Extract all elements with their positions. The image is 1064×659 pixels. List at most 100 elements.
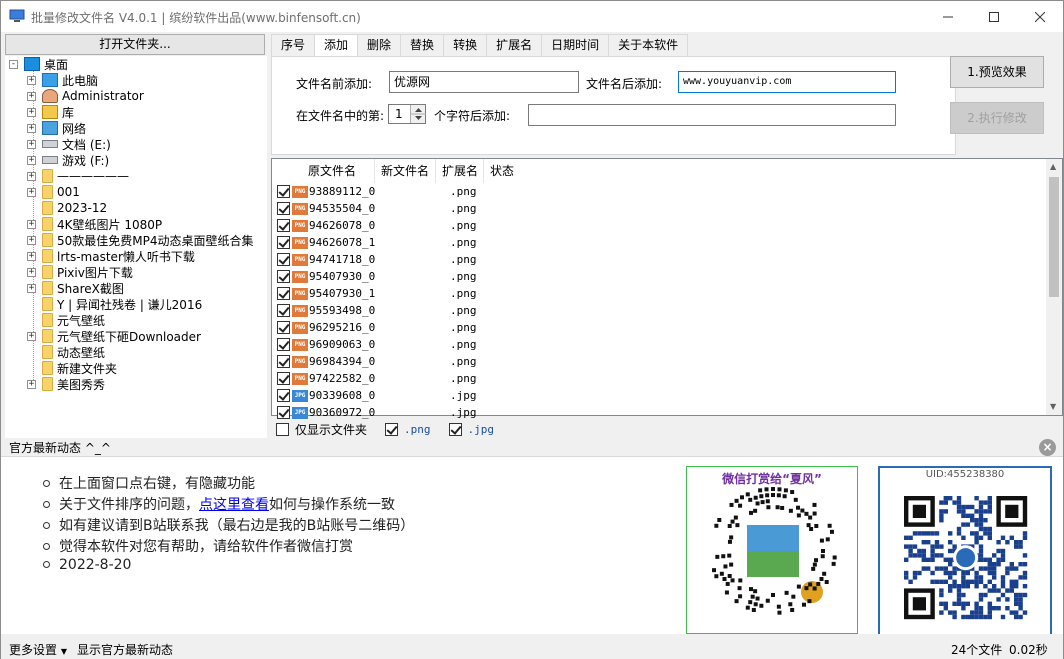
column-header[interactable]: 原文件名 — [272, 159, 375, 183]
tree-item[interactable]: + 元气壁纸下砸Downloader — [27, 328, 201, 344]
tree-item[interactable]: 动态壁纸 — [27, 344, 105, 360]
tree-expander-icon[interactable]: + — [27, 187, 36, 197]
file-row[interactable]: PNG 95407930_1 .png — [272, 285, 1048, 302]
scroll-up-icon[interactable]: ▲ — [1050, 162, 1056, 171]
file-row-checkbox[interactable] — [277, 219, 290, 232]
file-row[interactable]: JPG 90339608_0 .jpg — [272, 387, 1048, 404]
tree-item[interactable]: - 桌面 — [9, 56, 68, 72]
file-row[interactable]: PNG 96984394_0 .png — [272, 353, 1048, 370]
file-row-checkbox[interactable] — [277, 287, 290, 300]
tree-expander-icon[interactable]: + — [27, 251, 36, 261]
tree-expander-icon[interactable]: + — [27, 219, 36, 229]
tree-item[interactable]: + lrts-master懒人听书下载 — [27, 248, 195, 264]
minimize-button[interactable] — [925, 1, 971, 32]
scroll-thumb[interactable] — [1049, 177, 1059, 297]
sort-help-link[interactable]: 点这里查看 — [199, 497, 269, 513]
file-row-checkbox[interactable] — [277, 185, 290, 198]
tree-expander-icon[interactable]: + — [27, 107, 36, 117]
tab-0[interactable]: 序号 — [271, 34, 316, 56]
file-row[interactable]: PNG 95593498_0 .png — [272, 302, 1048, 319]
tree-expander-icon[interactable]: + — [27, 331, 36, 341]
tree-expander-icon[interactable]: + — [27, 155, 36, 165]
tree-item[interactable]: + Pixiv图片下载 — [27, 264, 133, 280]
position-spinner[interactable]: 1 — [388, 104, 426, 124]
jpg-filter-checkbox[interactable] — [448, 422, 462, 436]
column-header[interactable]: 新文件名 — [375, 159, 436, 183]
file-row-checkbox[interactable] — [277, 321, 290, 334]
tree-expander-icon[interactable]: + — [27, 267, 36, 277]
file-row-checkbox[interactable] — [277, 202, 290, 215]
scroll-down-icon[interactable]: ▼ — [1050, 402, 1056, 411]
tree-item[interactable]: + ShareX截图 — [27, 280, 124, 296]
file-row-checkbox[interactable] — [277, 389, 290, 402]
tree-item[interactable]: + 游戏 (F:) — [27, 152, 109, 168]
tree-item[interactable]: + 美图秀秀 — [27, 376, 105, 392]
close-button[interactable] — [1017, 1, 1063, 32]
folder-tree[interactable]: - 桌面 + 此电脑 + Administrator + 库 + 网络 + 文档 (E:) + 游戏 (F… — [5, 56, 267, 440]
tree-item[interactable]: + 此电脑 — [27, 72, 98, 88]
tree-item[interactable]: + Administrator — [27, 88, 144, 104]
tab-1[interactable]: 添加 — [314, 34, 359, 57]
tree-item[interactable]: + —————— — [27, 168, 129, 184]
show-news-link[interactable]: 显示官方最新动态 — [77, 641, 173, 658]
column-header[interactable]: 状态 — [484, 159, 784, 183]
tab-4[interactable]: 转换 — [443, 34, 488, 56]
tab-6[interactable]: 日期时间 — [541, 34, 610, 56]
file-row[interactable]: PNG 96909063_0 .png — [272, 336, 1048, 353]
file-row[interactable]: PNG 94626078_1 .png — [272, 234, 1048, 251]
tree-item[interactable]: +001 — [27, 184, 80, 200]
tree-item[interactable]: + 文档 (E:) — [27, 136, 111, 152]
file-row-checkbox[interactable] — [277, 236, 290, 249]
file-row-checkbox[interactable] — [277, 304, 290, 317]
tree-item[interactable]: + 库 — [27, 104, 74, 120]
column-header[interactable]: 扩展名 — [436, 159, 484, 183]
tree-item[interactable]: +4K壁纸图片 1080P — [27, 216, 162, 232]
tree-item[interactable]: 元气壁纸 — [27, 312, 105, 328]
tab-7[interactable]: 关于本软件 — [608, 34, 689, 56]
tree-expander-icon[interactable]: + — [27, 379, 36, 389]
tree-expander-icon[interactable]: + — [27, 139, 36, 149]
tree-item[interactable]: +50款最佳免费MP4动态桌面壁纸合集 — [27, 232, 254, 248]
open-folder-button[interactable]: 打开文件夹... — [5, 34, 265, 55]
file-row-checkbox[interactable] — [277, 355, 290, 368]
file-row[interactable]: PNG 94626078_0 .png — [272, 217, 1048, 234]
file-list[interactable]: 原文件名 新文件名 扩展名 状态 PNG 93889112_0 .png PNG 945355… — [271, 158, 1063, 419]
tab-2[interactable]: 删除 — [357, 34, 402, 56]
execute-button[interactable]: 2.执行修改 — [950, 102, 1044, 134]
png-filter-checkbox[interactable] — [385, 422, 399, 436]
file-row[interactable]: PNG 93889112_0 .png — [272, 183, 1048, 200]
tree-item[interactable]: + 网络 — [27, 120, 86, 136]
more-settings-menu[interactable]: 更多设置 ▼ — [9, 641, 67, 658]
file-row[interactable]: PNG 97422582_0 .png — [272, 370, 1048, 387]
file-row[interactable]: PNG 96295216_0 .png — [272, 319, 1048, 336]
tree-item[interactable]: 新建文件夹 — [27, 360, 117, 376]
spinner-arrows[interactable] — [410, 105, 426, 123]
tree-expander-icon[interactable]: + — [27, 171, 36, 181]
preview-button[interactable]: 1.预览效果 — [950, 56, 1044, 88]
suffix-input[interactable]: www.youyuanvip.com — [678, 71, 896, 93]
tab-5[interactable]: 扩展名 — [486, 34, 543, 56]
file-row[interactable]: JPG 90360972_0 .jpg — [272, 404, 1048, 421]
tree-expander-icon[interactable]: - — [9, 59, 18, 69]
file-row-checkbox[interactable] — [277, 253, 290, 266]
file-row-checkbox[interactable] — [277, 338, 290, 351]
tree-expander-icon[interactable]: + — [27, 123, 36, 133]
maximize-button[interactable] — [971, 1, 1017, 32]
tree-expander-icon[interactable]: + — [27, 75, 36, 85]
prefix-input[interactable]: 优源网 — [389, 71, 579, 93]
after-chars-input[interactable] — [528, 104, 896, 126]
folders-only-checkbox[interactable] — [276, 422, 289, 436]
tab-3[interactable]: 替换 — [400, 34, 445, 56]
file-row[interactable]: PNG 94535504_0 .png — [272, 200, 1048, 217]
file-row-checkbox[interactable] — [277, 270, 290, 283]
tree-expander-icon[interactable]: + — [27, 91, 36, 101]
file-row-checkbox[interactable] — [277, 406, 290, 419]
tree-expander-icon[interactable]: + — [27, 283, 36, 293]
file-row-checkbox[interactable] — [277, 372, 290, 385]
tree-expander-icon[interactable]: + — [27, 235, 36, 245]
vertical-scrollbar[interactable]: ▲ ▼ — [1046, 159, 1062, 415]
news-close-button[interactable]: × — [1039, 439, 1056, 456]
file-row[interactable]: PNG 94741718_0 .png — [272, 251, 1048, 268]
tree-item[interactable]: 2023-12 — [27, 200, 107, 216]
file-row[interactable]: PNG 95407930_0 .png — [272, 268, 1048, 285]
